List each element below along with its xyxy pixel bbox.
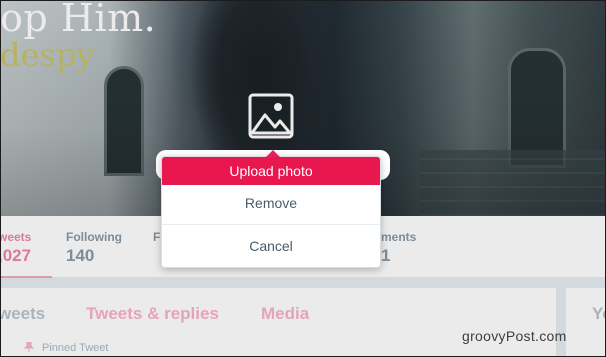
photo-options-menu: Upload photo Remove Cancel	[161, 150, 381, 268]
pinned-tweet-label: Pinned Tweet	[24, 342, 108, 354]
stat-label: Following	[66, 230, 122, 244]
tab-media[interactable]: Media	[261, 304, 309, 324]
menu-divider	[162, 224, 380, 225]
stat-label: F	[153, 230, 161, 244]
remove-photo-button[interactable]: Remove	[162, 189, 380, 217]
stat-followers[interactable]: F	[153, 230, 160, 246]
stat-value: 1	[381, 246, 391, 265]
stat-value: ,027	[0, 246, 32, 265]
watermark: groovyPost.com	[462, 328, 567, 344]
stat-label: weets	[0, 230, 32, 244]
banner-text-line1: op Him.	[0, 0, 157, 40]
image-icon[interactable]	[248, 93, 294, 139]
stat-value: 140	[66, 246, 95, 265]
menu-caret	[266, 150, 280, 157]
pinned-text: Pinned Tweet	[42, 342, 109, 354]
stat-moments[interactable]: ments 1	[381, 230, 416, 266]
tab-tweets[interactable]: weets	[0, 304, 45, 324]
stat-tweets[interactable]: weets ,027	[0, 230, 31, 266]
banner-text-line2: despy	[0, 36, 95, 74]
upload-photo-button[interactable]: Upload photo	[162, 157, 380, 185]
tab-tweets-replies[interactable]: Tweets & replies	[86, 304, 219, 324]
sidebar-title: Yo	[592, 304, 606, 323]
stat-following[interactable]: Following 140	[66, 230, 122, 266]
pin-icon	[24, 342, 34, 352]
cancel-button[interactable]: Cancel	[162, 232, 380, 260]
stat-label: ments	[381, 230, 417, 244]
